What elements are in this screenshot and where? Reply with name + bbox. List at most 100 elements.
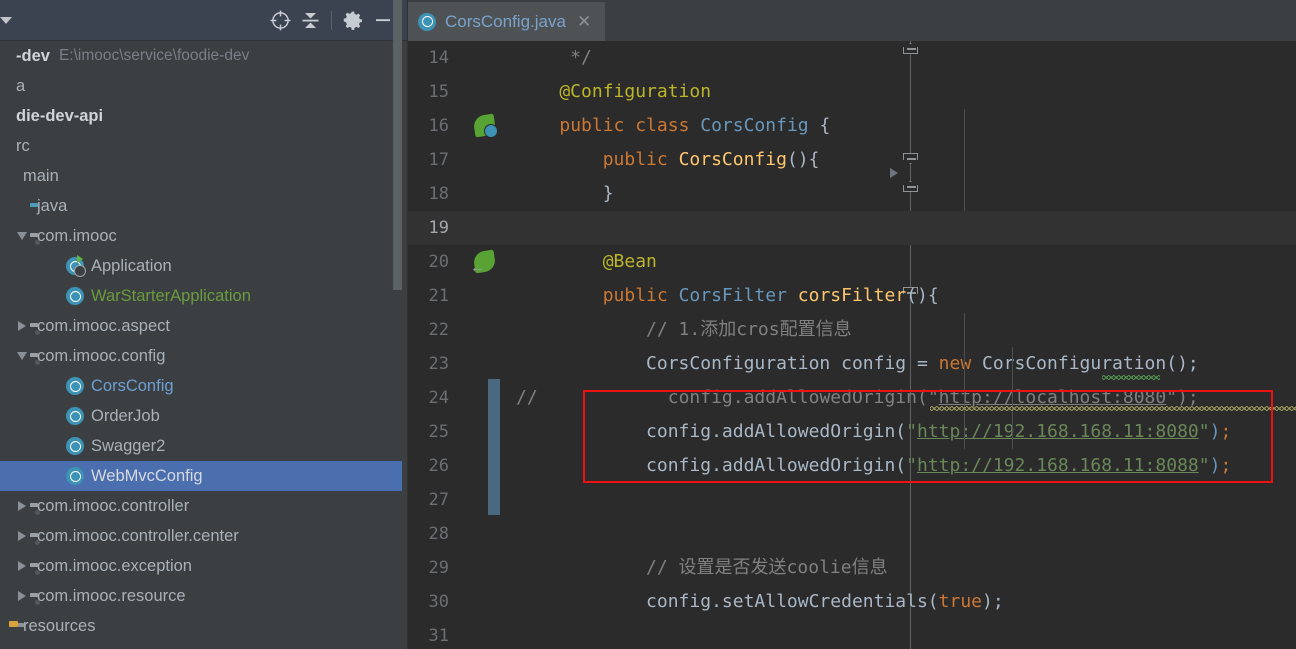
code-line-31[interactable]: 31 (408, 619, 1296, 649)
fold-column-31[interactable] (502, 619, 516, 649)
gutter-16[interactable] (456, 109, 502, 143)
tree-item-java[interactable]: java (0, 191, 402, 221)
tab-corsconfig-java[interactable]: CorsConfig.java ✕ (408, 2, 606, 41)
code-line-26[interactable]: 26 config.addAllowedOrigin("http://192.1… (408, 449, 1296, 483)
gutter-15[interactable] (456, 75, 502, 109)
gutter-19[interactable] (456, 211, 502, 245)
code-text-14[interactable]: */ (516, 41, 1296, 75)
code-text-21[interactable]: public CorsFilter corsFilter(){ (516, 279, 1296, 313)
code-line-27[interactable]: 27 (408, 483, 1296, 517)
code-line-14[interactable]: 14 */ (408, 41, 1296, 75)
tree-item-main[interactable]: main (0, 161, 402, 191)
fold-column-25[interactable] (502, 415, 516, 449)
fold-column-27[interactable] (502, 483, 516, 517)
chevron-right-icon[interactable] (14, 551, 30, 581)
gutter-14[interactable] (456, 41, 502, 75)
fold-column-16[interactable] (502, 109, 516, 143)
code-text-29[interactable]: // 设置是否发送coolie信息 (516, 551, 1296, 585)
fold-column-22[interactable] (502, 313, 516, 347)
tree-item-webmvcconfig[interactable]: WebMvcConfig (0, 461, 402, 491)
gutter-30[interactable] (456, 585, 502, 619)
gutter-21[interactable] (456, 279, 502, 313)
code-line-17[interactable]: 17 public CorsConfig(){ (408, 143, 1296, 177)
code-line-29[interactable]: 29 // 设置是否发送coolie信息 (408, 551, 1296, 585)
fold-column-29[interactable] (502, 551, 516, 585)
collapse-all-icon[interactable] (295, 5, 325, 35)
code-text-25[interactable]: config.addAllowedOrigin("http://192.168.… (516, 415, 1296, 449)
tree-item-com-imooc-exception[interactable]: com.imooc.exception (0, 551, 402, 581)
tree-item-com-imooc-aspect[interactable]: com.imooc.aspect (0, 311, 402, 341)
fold-column-18[interactable] (502, 177, 516, 211)
tree-item-idea-folder[interactable]: a (0, 71, 402, 101)
project-panel-title[interactable] (0, 16, 265, 24)
fold-column-19[interactable] (502, 211, 516, 245)
chevron-right-icon[interactable] (14, 491, 30, 521)
code-line-15[interactable]: 15 @Configuration (408, 75, 1296, 109)
gutter-25[interactable] (456, 415, 502, 449)
tree-item-src[interactable]: rc (0, 131, 402, 161)
tree-item-com-imooc-controller[interactable]: com.imooc.controller (0, 491, 402, 521)
gutter-26[interactable] (456, 449, 502, 483)
fold-column-26[interactable] (502, 449, 516, 483)
tree-item-foodie-dev-api[interactable]: die-dev-api (0, 101, 402, 131)
fold-column-20[interactable] (502, 245, 516, 279)
code-text-17[interactable]: public CorsConfig(){ (516, 143, 1296, 177)
gutter-31[interactable] (456, 619, 502, 649)
gutter-18[interactable] (456, 177, 502, 211)
tree-item-swagger2[interactable]: Swagger2 (0, 431, 402, 461)
code-text-22[interactable]: // 1.添加cros配置信息 (516, 313, 1296, 347)
fold-column-28[interactable] (502, 517, 516, 551)
code-line-18[interactable]: 18 } (408, 177, 1296, 211)
chevron-right-icon[interactable] (14, 581, 30, 611)
fold-column-24[interactable] (502, 381, 516, 415)
code-text-15[interactable]: @Configuration (516, 75, 1296, 109)
chevron-right-icon[interactable] (14, 521, 30, 551)
chevron-right-icon[interactable] (14, 311, 30, 341)
gutter-29[interactable] (456, 551, 502, 585)
gutter-23[interactable] (456, 347, 502, 381)
tree-item-foodie-dev[interactable]: -dev E:\imooc\service\foodie-dev (0, 41, 402, 71)
code-line-25[interactable]: 25 config.addAllowedOrigin("http://192.1… (408, 415, 1296, 449)
gutter-20[interactable]: ← (456, 245, 502, 279)
tree-item-warstarterapplication[interactable]: WarStarterApplication (0, 281, 402, 311)
gutter-17[interactable] (456, 143, 502, 177)
code-text-26[interactable]: config.addAllowedOrigin("http://192.168.… (516, 449, 1296, 483)
code-line-30[interactable]: 30 config.setAllowCredentials(true); (408, 585, 1296, 619)
tree-item-resources[interactable]: resources (0, 611, 402, 641)
spring-bean-method-icon[interactable]: ← (470, 249, 497, 275)
fold-column-14[interactable] (502, 41, 516, 75)
code-text-18[interactable]: } (516, 177, 1296, 211)
fold-column-30[interactable] (502, 585, 516, 619)
project-tree[interactable]: -dev E:\imooc\service\foodie-dev a die-dev-… (0, 41, 402, 649)
chevron-down-icon[interactable] (14, 341, 30, 371)
code-lines[interactable]: 14 */15 @Configuration 16 public class Co… (408, 41, 1296, 649)
chevron-down-icon[interactable] (0, 16, 12, 24)
code-line-16[interactable]: 16 public class CorsConfig { (408, 109, 1296, 143)
gear-icon[interactable] (338, 5, 368, 35)
scrollbar-thumb[interactable] (393, 0, 402, 290)
code-text-30[interactable]: config.setAllowCredentials(true); (516, 585, 1296, 619)
tree-item-com-imooc-resource[interactable]: com.imooc.resource (0, 581, 402, 611)
code-line-23[interactable]: 23 CorsConfiguration config = new CorsCo… (408, 347, 1296, 381)
gutter-28[interactable] (456, 517, 502, 551)
fold-column-21[interactable] (502, 279, 516, 313)
code-line-21[interactable]: 21 public CorsFilter corsFilter(){ (408, 279, 1296, 313)
gutter-27[interactable] (456, 483, 502, 517)
tree-item-com-imooc-controller-center[interactable]: com.imooc.controller.center (0, 521, 402, 551)
code-text-16[interactable]: public class CorsConfig { (516, 109, 1296, 143)
tree-item-com-imooc-config[interactable]: com.imooc.config (0, 341, 402, 371)
spring-bean-class-icon[interactable] (472, 113, 498, 138)
chevron-down-icon[interactable] (14, 221, 30, 251)
tree-item-com-imooc[interactable]: com.imooc (0, 221, 402, 251)
gutter-22[interactable] (456, 313, 502, 347)
tree-item-orderjob[interactable]: OrderJob (0, 401, 402, 431)
gutter-24[interactable] (456, 381, 502, 415)
tree-item-corsconfig[interactable]: CorsConfig (0, 371, 402, 401)
fold-column-15[interactable] (502, 75, 516, 109)
code-editor[interactable]: 14 */15 @Configuration 16 public class Co… (408, 41, 1296, 649)
tree-item-application[interactable]: Application (0, 251, 402, 281)
code-line-19[interactable]: 19 (408, 211, 1296, 245)
project-tree-scrollbar[interactable] (393, 0, 402, 608)
scroll-from-source-icon[interactable] (265, 5, 295, 35)
fold-column-23[interactable] (502, 347, 516, 381)
